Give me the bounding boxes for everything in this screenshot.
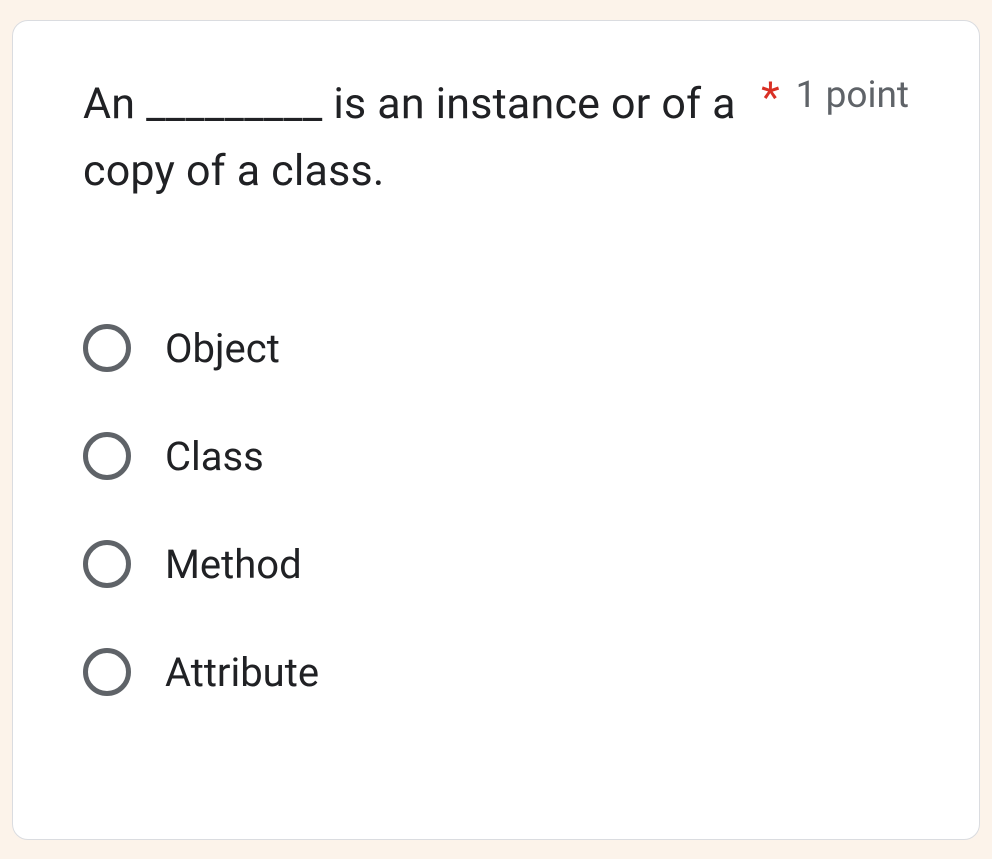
radio-icon: [83, 540, 131, 588]
options-list: Object Class Method Attribute: [83, 324, 909, 696]
question-header: An _________ is an instance or of a copy…: [83, 71, 909, 204]
option-label: Method: [165, 541, 302, 588]
question-text-block: An _________ is an instance or of a copy…: [83, 71, 741, 204]
option-label: Class: [165, 433, 264, 480]
option-attribute[interactable]: Attribute: [83, 648, 909, 696]
question-text: An _________ is an instance or of a copy…: [83, 79, 736, 196]
radio-icon: [83, 432, 131, 480]
option-label: Attribute: [165, 649, 319, 696]
radio-icon: [83, 648, 131, 696]
option-object[interactable]: Object: [83, 324, 909, 372]
question-card: An _________ is an instance or of a copy…: [12, 20, 980, 840]
option-label: Object: [165, 325, 280, 372]
points-label: 1 point: [796, 71, 909, 121]
required-asterisk: *: [761, 71, 780, 127]
option-method[interactable]: Method: [83, 540, 909, 588]
option-class[interactable]: Class: [83, 432, 909, 480]
radio-icon: [83, 324, 131, 372]
